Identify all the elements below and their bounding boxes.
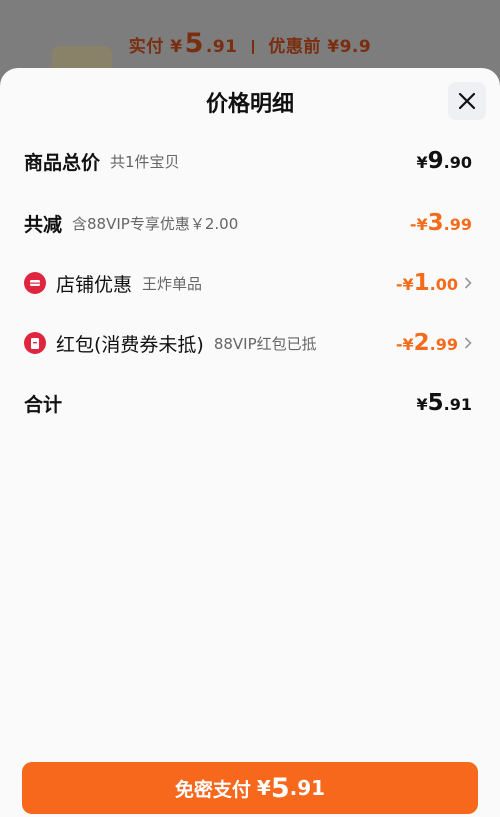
discount-cur: -¥ (409, 215, 428, 234)
close-icon (458, 92, 476, 110)
pay-button-dec: .91 (289, 776, 326, 800)
discount-amount: -¥ 3.99 (410, 210, 472, 236)
chevron-right-icon (464, 274, 472, 293)
total-amount: ¥9.90 (417, 148, 473, 174)
sheet-title: 价格明细 (205, 92, 294, 117)
sum-dec: .91 (443, 395, 472, 414)
red-packet-glyph (31, 337, 39, 349)
total-dec: .90 (443, 153, 472, 172)
discount-int: 3 (427, 210, 444, 236)
redpacket-sub: 88VIP红包已抵 (213, 334, 317, 353)
discount-sub: 含88VIP专享优惠￥2.00 (72, 214, 239, 233)
paid-dec: .91 (205, 37, 238, 57)
shop-amount: -¥ 1.00 (396, 270, 458, 296)
pay-button[interactable]: 免密支付 ¥5.91 (22, 762, 478, 814)
row-discount: 共减 含88VIP专享优惠￥2.00 -¥ 3.99 (24, 208, 472, 238)
shop-sub: 王炸单品 (142, 274, 203, 293)
redpacket-dec: .99 (429, 335, 458, 354)
pay-button-label: 免密支付 (174, 778, 251, 801)
price-detail-sheet: 价格明细 商品总价 共1件宝贝 ¥9.90 共减 含88VIP专享优惠￥2.00… (0, 68, 500, 817)
total-sub: 共1件宝贝 (110, 152, 180, 171)
shop-coupon-glyph (30, 280, 40, 286)
shop-cur: -¥ (395, 275, 414, 294)
paid-currency: ¥ (170, 37, 183, 57)
shop-coupon-icon (24, 272, 46, 294)
shop-int: 1 (413, 270, 430, 296)
row-red-packet[interactable]: 红包(消费券未抵) 88VIP红包已抵 -¥ 2.99 (24, 328, 472, 358)
redpacket-label: 红包(消费券未抵) (56, 333, 204, 356)
shop-dec: .00 (429, 275, 458, 294)
redpacket-amount: -¥ 2.99 (396, 330, 458, 356)
redpacket-cur: -¥ (395, 335, 414, 354)
total-label: 商品总价 (24, 151, 101, 174)
shop-label: 店铺优惠 (56, 273, 133, 296)
chevron-right-icon (464, 334, 472, 353)
original-value: ¥9.9 (327, 37, 372, 57)
total-int: 9 (427, 148, 444, 174)
sum-cur: ¥ (416, 395, 428, 414)
sum-amount: ¥5.91 (417, 390, 473, 416)
original-label: 优惠前 (268, 37, 321, 57)
paid-int: 5 (184, 28, 204, 59)
close-button[interactable] (448, 82, 486, 120)
red-packet-icon (24, 332, 46, 354)
discount-label: 共减 (24, 213, 63, 236)
sum-label: 合计 (24, 393, 63, 416)
sum-int: 5 (427, 390, 444, 416)
discount-dec: .99 (443, 215, 472, 234)
background-price-summary: 实付 ¥5.91 优惠前 ¥9.9 (0, 28, 500, 59)
row-shop-discount[interactable]: 店铺优惠 王炸单品 -¥ 1.00 (24, 268, 472, 298)
row-total: 商品总价 共1件宝贝 ¥9.90 (24, 146, 472, 176)
redpacket-int: 2 (413, 330, 430, 356)
total-cur: ¥ (416, 153, 428, 172)
pay-button-cur: ¥ (256, 776, 271, 800)
divider (251, 40, 254, 54)
row-sum: 合计 ¥5.91 (24, 388, 472, 418)
pay-button-int: 5 (270, 772, 290, 804)
paid-label: 实付 (128, 37, 164, 57)
